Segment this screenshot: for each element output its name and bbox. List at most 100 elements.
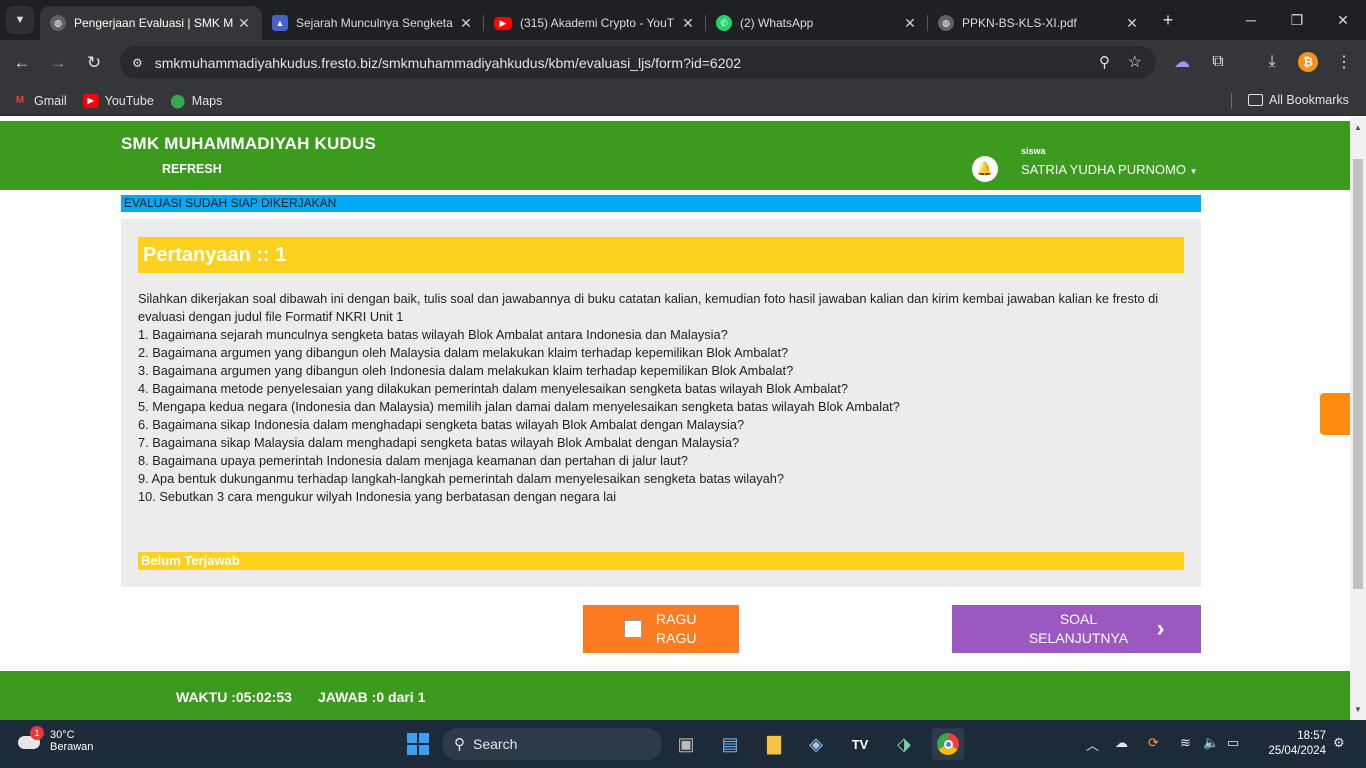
tab-pdf[interactable]: ◍ PPKN-BS-KLS-XI.pdf ✕ [928, 6, 1150, 40]
tab-whatsapp[interactable]: ✆ (2) WhatsApp ✕ [706, 6, 928, 40]
side-floating-tab[interactable] [1320, 393, 1350, 435]
network-app-icon[interactable]: ⬗ [888, 728, 920, 760]
youtube-icon: ▶ [494, 16, 512, 30]
close-tab-icon[interactable]: ✕ [680, 15, 696, 32]
globe-icon: ◍ [938, 15, 954, 31]
page-scrollbar[interactable]: ▲ ▼ [1350, 117, 1366, 720]
cloud-icon: 1 [18, 726, 44, 752]
school-name: SMK MUHAMMADIYAH KUDUS [121, 134, 376, 153]
tradingview-icon[interactable]: TV [844, 728, 876, 760]
virtualbox-icon[interactable]: ◈ [800, 728, 832, 760]
bookmark-label: YouTube [104, 93, 154, 108]
ragu-checkbox[interactable] [624, 620, 642, 638]
volume-icon[interactable]: 🔈 [1203, 735, 1219, 751]
restore-icon[interactable]: ❐ [1274, 0, 1320, 40]
tab-title: Sejarah Munculnya Sengketa [296, 16, 453, 30]
all-bookmarks-label: All Bookmarks [1269, 93, 1349, 107]
task-view-icon[interactable]: ▣ [670, 728, 702, 760]
weather-condition: Berawan [50, 741, 94, 753]
question-line: 4. Bagaimana metode penyelesaian yang di… [138, 381, 848, 396]
question-line: 9. Apa bentuk dukunganmu terhadap langka… [138, 471, 784, 486]
windows-start-icon[interactable] [402, 728, 434, 760]
scroll-down-icon[interactable]: ▼ [1354, 705, 1362, 714]
tray-overflow-icon[interactable]: ︿ [1086, 735, 1099, 754]
clock-date: 25/04/2024 [1268, 745, 1326, 757]
next-question-button[interactable]: SOAL SELANJUTNYA › [952, 605, 1201, 653]
close-tab-icon[interactable]: ✕ [458, 15, 474, 32]
tab-sejarah[interactable]: ▲ Sejarah Munculnya Sengketa ✕ [262, 6, 484, 40]
temperature: 30°C [50, 729, 75, 741]
close-tab-icon[interactable]: ✕ [902, 15, 918, 32]
answer-status: Belum Terjawab [138, 552, 1184, 570]
star-icon[interactable]: ☆ [1128, 52, 1142, 72]
scroll-up-icon[interactable]: ▲ [1354, 123, 1362, 132]
site-info-icon[interactable]: ⚙ [132, 56, 143, 70]
back-arrow-icon[interactable]: ← [4, 45, 40, 81]
sync-icon[interactable]: ⟳ [1148, 735, 1159, 751]
tab-title: (2) WhatsApp [740, 16, 814, 30]
chrome-icon[interactable] [932, 728, 964, 760]
bookmark-youtube[interactable]: ▶ YouTube [82, 93, 154, 108]
question-line: 8. Bagaimana upaya pemerintah Indonesia … [138, 453, 688, 468]
search-label: Search [473, 736, 518, 752]
status-banner: EVALUASI SUDAH SIAP DIKERJAKAN [121, 195, 1201, 212]
bitcoin-extension-icon[interactable]: ₿ [1291, 45, 1325, 79]
browser-tab-strip: ▼ ◍ Pengerjaan Evaluasi | SMK M ✕ ▲ Seja… [0, 0, 1366, 40]
menu-kebab-icon[interactable]: ⋮ [1327, 45, 1361, 79]
question-line: 5. Mengapa kedua negara (Indonesia dan M… [138, 399, 900, 414]
bookmark-gmail[interactable]: M Gmail [12, 94, 67, 108]
minimize-icon[interactable]: ─ [1228, 0, 1274, 40]
site-header: SMK MUHAMMADIYAH KUDUS REFRESH 🔔 siswa S… [0, 121, 1350, 190]
ragu-ragu-button[interactable]: RAGU RAGU [583, 605, 739, 653]
next-label: SOAL SELANJUTNYA [1028, 611, 1129, 646]
download-icon[interactable]: ⤓ [1255, 45, 1289, 79]
close-tab-icon[interactable]: ✕ [1124, 15, 1140, 32]
file-explorer-icon[interactable]: ▇ [758, 728, 790, 760]
notification-icon[interactable]: ⚙ [1333, 735, 1345, 751]
question-title: Pertanyaan :: 1 [138, 237, 1184, 273]
zoom-icon[interactable]: ⚲ [1099, 53, 1110, 71]
weather-widget[interactable]: 1 30°C Berawan [18, 726, 94, 753]
site-footer: WAKTU :05:02:53 JAWAB :0 dari 1 [0, 671, 1350, 720]
onedrive-cloud-icon[interactable]: ☁ [1115, 735, 1128, 751]
gmail-icon: M [15, 95, 25, 106]
question-body: Silahkan dikerjakan soal dibawah ini den… [138, 290, 1184, 506]
scrollbar-thumb[interactable] [1353, 159, 1363, 589]
forward-arrow-icon[interactable]: → [40, 45, 76, 81]
wifi-icon[interactable]: ≋ [1180, 735, 1191, 751]
refresh-link[interactable]: REFRESH [162, 162, 222, 176]
new-tab-button[interactable]: + [1154, 10, 1182, 31]
whatsapp-icon: ✆ [716, 15, 732, 31]
question-line: 2. Bagaimana argumen yang dibangun oleh … [138, 345, 789, 360]
battery-icon[interactable]: ▭ [1227, 735, 1239, 751]
all-bookmarks-button[interactable]: All Bookmarks [1248, 93, 1349, 107]
photos-app-icon[interactable]: ▤ [714, 728, 746, 760]
globe-icon: ◍ [50, 15, 66, 31]
chevron-right-icon: › [1156, 615, 1165, 642]
tab-search-button[interactable]: ▼ [6, 6, 34, 34]
ragu-label: RAGU RAGU [656, 611, 697, 646]
question-line: 1. Bagaimana sejarah munculnya sengketa … [138, 327, 728, 342]
extensions-puzzle-icon[interactable]: ⧉ [1201, 45, 1235, 79]
windows-taskbar: 1 30°C Berawan ⚲ Search ▣ ▤ ▇ ◈ TV ⬗ ︿ ☁… [0, 720, 1366, 768]
bell-icon[interactable]: 🔔 [972, 156, 998, 182]
question-line: 3. Bagaimana argumen yang dibangun oleh … [138, 363, 794, 378]
user-menu[interactable]: SATRIA YUDHA PURNOMO ▼ [1021, 162, 1197, 177]
tab-evaluasi[interactable]: ◍ Pengerjaan Evaluasi | SMK M ✕ [40, 6, 262, 40]
answered-count: JAWAB :0 dari 1 [318, 689, 426, 705]
close-tab-icon[interactable]: ✕ [236, 15, 252, 32]
tab-youtube[interactable]: ▶ (315) Akademi Crypto - YouT ✕ [484, 6, 706, 40]
bookmark-maps[interactable]: ⬤ Maps [170, 93, 223, 108]
extension-ghost-icon[interactable]: ☁ [1165, 45, 1199, 79]
bookmarks-bar: M Gmail ▶ YouTube ⬤ Maps All Bookmarks [0, 86, 1366, 116]
system-clock[interactable]: 18:57 25/04/2024 [1256, 729, 1326, 759]
folder-icon [1248, 94, 1263, 106]
question-panel: Pertanyaan :: 1 Silahkan dikerjakan soal… [121, 219, 1201, 587]
reload-icon[interactable]: ↻ [76, 45, 112, 81]
address-bar[interactable]: ⚙ smkmuhammadiyahkudus.fresto.biz/smkmuh… [120, 46, 1156, 79]
question-line: 7. Bagaimana sikap Malaysia dalam mengha… [138, 435, 740, 450]
close-window-icon[interactable]: ✕ [1320, 0, 1366, 40]
taskbar-search[interactable]: ⚲ Search [442, 728, 662, 760]
url-text[interactable]: smkmuhammadiyahkudus.fresto.biz/smkmuham… [155, 55, 741, 71]
user-name: SATRIA YUDHA PURNOMO [1021, 162, 1186, 177]
